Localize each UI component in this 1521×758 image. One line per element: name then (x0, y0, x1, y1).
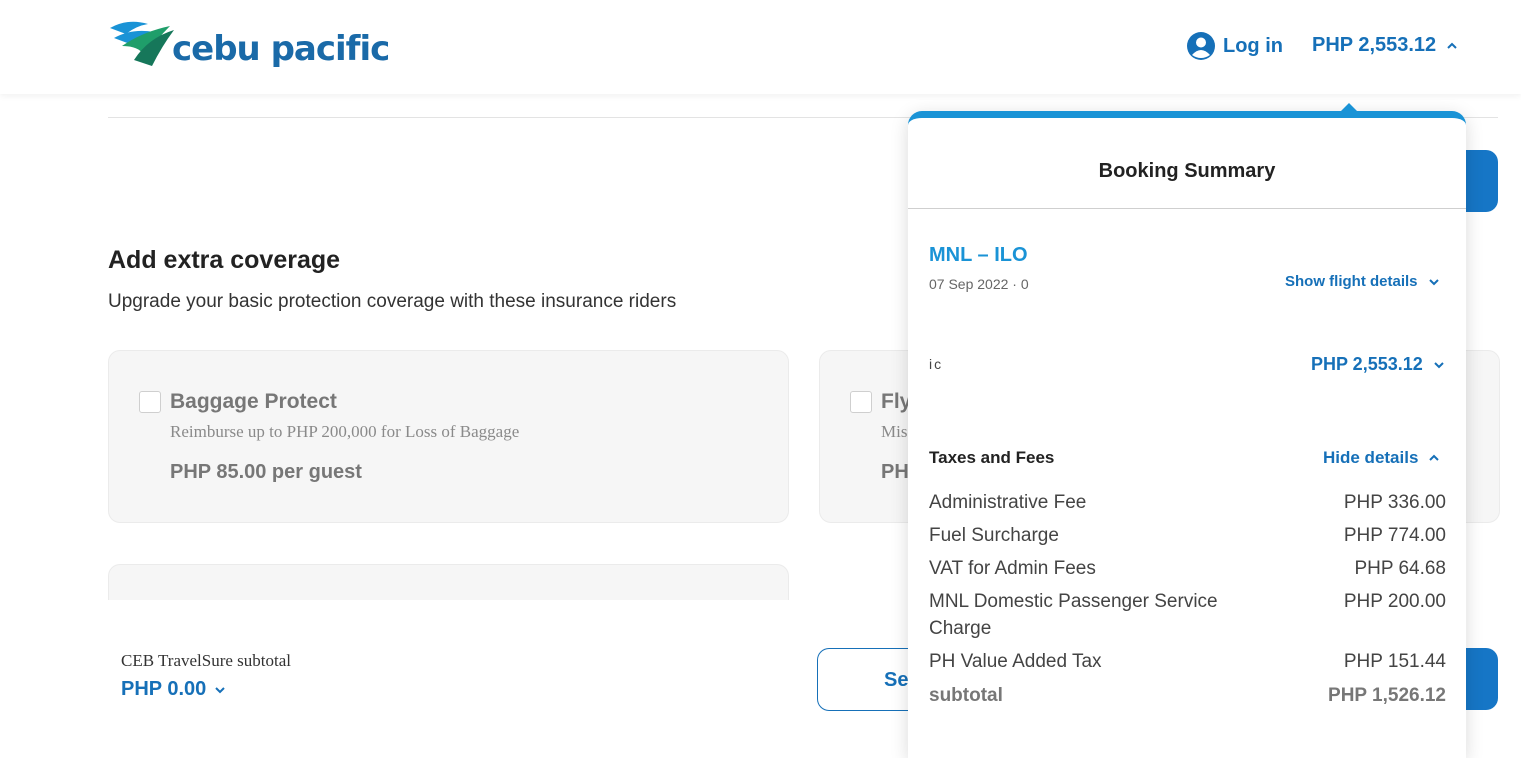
fees-subtotal-label: subtotal (929, 685, 1003, 706)
chevron-down-icon (1434, 361, 1444, 368)
card-description: Mis (881, 422, 908, 441)
fee-name: Administrative Fee (929, 492, 1087, 513)
fee-amount: PHP 774.00 (1343, 525, 1446, 546)
travelsure-subtotal-label: CEB TravelSure subtotal (121, 651, 292, 670)
logo-bird-icon (110, 21, 174, 66)
panel-caret (1340, 103, 1358, 112)
fee-amount: PHP 200.00 (1343, 591, 1446, 612)
travelsure-subtotal-amount: PHP 0.00 (121, 678, 207, 700)
card-price: PHP 85.00 per guest (170, 461, 362, 483)
coverage-subtitle: Upgrade your basic protection coverage w… (108, 291, 677, 312)
fee-amount: PHP 336.00 (1343, 492, 1446, 513)
booking-summary-panel: Booking Summary MNL – ILO 07 Sep 2022 · … (908, 111, 1466, 758)
fare-total-toggle[interactable]: PHP 2,553.12 (1311, 354, 1445, 375)
fee-name: MNL Domestic Passenger Service Charge (929, 591, 1218, 639)
login-label: Log in (1223, 34, 1283, 57)
fees-subtotal-row: subtotal PHP 1,526.12 (929, 682, 1446, 709)
fee-name: VAT for Admin Fees (929, 558, 1096, 579)
hide-details-label: Hide details (1323, 448, 1419, 467)
hide-details-button[interactable]: Hide details (1323, 448, 1440, 468)
chevron-down-icon (215, 686, 225, 693)
card-title: Fly (881, 390, 912, 413)
login-button[interactable]: Log in (1187, 32, 1283, 60)
flight-date: 07 Sep 2022 · 0 (929, 276, 1029, 292)
card-description: Reimburse up to PHP 200,000 for Loss of … (170, 422, 520, 441)
fee-row: PH Value Added Tax PHP 151.44 (929, 648, 1446, 675)
coverage-title: Add extra coverage (108, 246, 341, 274)
fee-amount: PHP 64.68 (1354, 558, 1446, 579)
fee-row: Fuel Surcharge PHP 774.00 (929, 522, 1446, 549)
taxes-fees-title: Taxes and Fees (929, 448, 1055, 467)
coverage-card-partial[interactable] (108, 564, 789, 605)
show-flight-details-label: Show flight details (1285, 273, 1418, 290)
header-total-amount: PHP 2,553.12 (1312, 34, 1437, 56)
header-total-toggle[interactable]: PHP 2,553.12 (1312, 34, 1458, 57)
cebu-pacific-logo[interactable]: cebu pacific (108, 16, 390, 72)
chevron-up-icon (1429, 454, 1440, 461)
fee-row: Administrative Fee PHP 336.00 (929, 489, 1446, 516)
fee-row: MNL Domestic Passenger Service Charge PH… (929, 588, 1446, 642)
fee-row: VAT for Admin Fees PHP 64.68 (929, 555, 1446, 582)
flight-route: MNL – ILO (929, 244, 1028, 266)
booking-summary-title: Booking Summary (1098, 160, 1276, 182)
secondary-button-label: Se (884, 669, 909, 691)
brand-name: cebu pacific (172, 29, 390, 69)
user-circle-icon (1187, 32, 1215, 60)
fee-amount: PHP 151.44 (1343, 651, 1446, 672)
fly-insurance-checkbox[interactable] (850, 391, 872, 413)
baggage-protect-checkbox[interactable] (139, 391, 161, 413)
fees-subtotal-amount: PHP 1,526.12 (1328, 685, 1446, 706)
fare-total-amount: PHP 2,553.12 (1311, 354, 1423, 374)
fare-label: ic (929, 356, 944, 372)
chevron-down-icon (1428, 278, 1439, 285)
chevron-up-icon (1447, 42, 1457, 49)
header: cebu pacific Log in PHP 2,553.12 (0, 0, 1521, 94)
card-price: PH (881, 461, 909, 483)
show-flight-details-button[interactable]: Show flight details (1285, 273, 1440, 290)
fee-name: PH Value Added Tax (929, 651, 1102, 672)
fee-name: Fuel Surcharge (929, 525, 1059, 546)
panel-divider (908, 208, 1466, 209)
baggage-protect-card[interactable]: Baggage Protect Reimburse up to PHP 200,… (108, 350, 789, 523)
card-title: Baggage Protect (170, 390, 337, 413)
travelsure-subtotal-toggle[interactable]: PHP 0.00 (121, 678, 226, 701)
